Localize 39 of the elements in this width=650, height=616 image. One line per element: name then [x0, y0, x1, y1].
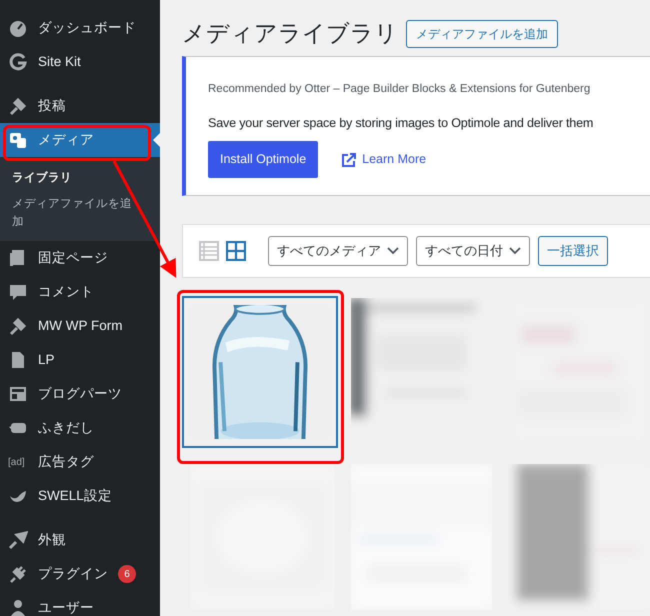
sidebar-item[interactable]: ふきだし — [0, 411, 160, 445]
bulk-select-button[interactable]: 一括選択 — [538, 236, 608, 266]
gauge-icon — [8, 18, 28, 38]
plug-icon — [8, 564, 28, 584]
add-media-button[interactable]: メディアファイルを追加 — [406, 20, 558, 48]
chevron-down-icon — [387, 247, 399, 255]
sidebar-item[interactable]: 投稿 — [0, 89, 160, 123]
sidebar-item[interactable]: 固定ページ — [0, 241, 160, 275]
sidebar-item[interactable]: MW WP Form — [0, 309, 160, 343]
user-icon — [8, 598, 28, 616]
sidebar-item[interactable]: [ad] 広告タグ — [0, 445, 160, 479]
sidebar-item[interactable]: ダッシュボード — [0, 11, 160, 45]
learn-more-link[interactable]: Learn More — [342, 150, 426, 169]
submenu-item[interactable]: ライブラリ — [0, 165, 132, 191]
sidebar-item[interactable]: LP — [0, 343, 160, 377]
sidebar-item[interactable]: SWELL設定 — [0, 479, 160, 513]
sidebar-item[interactable]: ユーザー — [0, 591, 160, 616]
notice-message: Save your server space by storing images to Optimole and deliver them — [208, 115, 594, 132]
media-icon — [8, 130, 28, 150]
ad-icon: [ad] — [8, 454, 28, 470]
filter-select[interactable]: すべての日付 — [416, 236, 530, 266]
sidebar-item[interactable]: 外観 — [0, 523, 160, 557]
page-title: メディアライブラリ — [182, 20, 398, 48]
chevron-down-icon — [509, 247, 521, 255]
sidebar-item[interactable]: コメント — [0, 275, 160, 309]
sidebar-item[interactable]: プラグイン 6 — [0, 557, 160, 591]
grid-view-icon[interactable] — [226, 241, 246, 261]
comment-icon — [8, 282, 28, 302]
submenu-item[interactable]: メディアファイルを追加 — [0, 191, 132, 235]
g-logo-icon — [8, 52, 28, 72]
external-link-icon — [342, 152, 356, 167]
update-count-badge: 6 — [118, 565, 136, 583]
sidebar-item[interactable]: Site Kit — [0, 45, 160, 79]
sidebar-item[interactable]: ブログパーツ — [0, 377, 160, 411]
notice-caption: Recommended by Otter – Page Builder Blocks & Extensions for Gutenberg — [208, 82, 592, 97]
layout-icon — [8, 384, 28, 404]
filter-select[interactable]: すべてのメディア — [268, 236, 408, 266]
list-view-icon[interactable] — [199, 241, 219, 261]
install-button[interactable]: Install Optimole — [208, 141, 318, 178]
